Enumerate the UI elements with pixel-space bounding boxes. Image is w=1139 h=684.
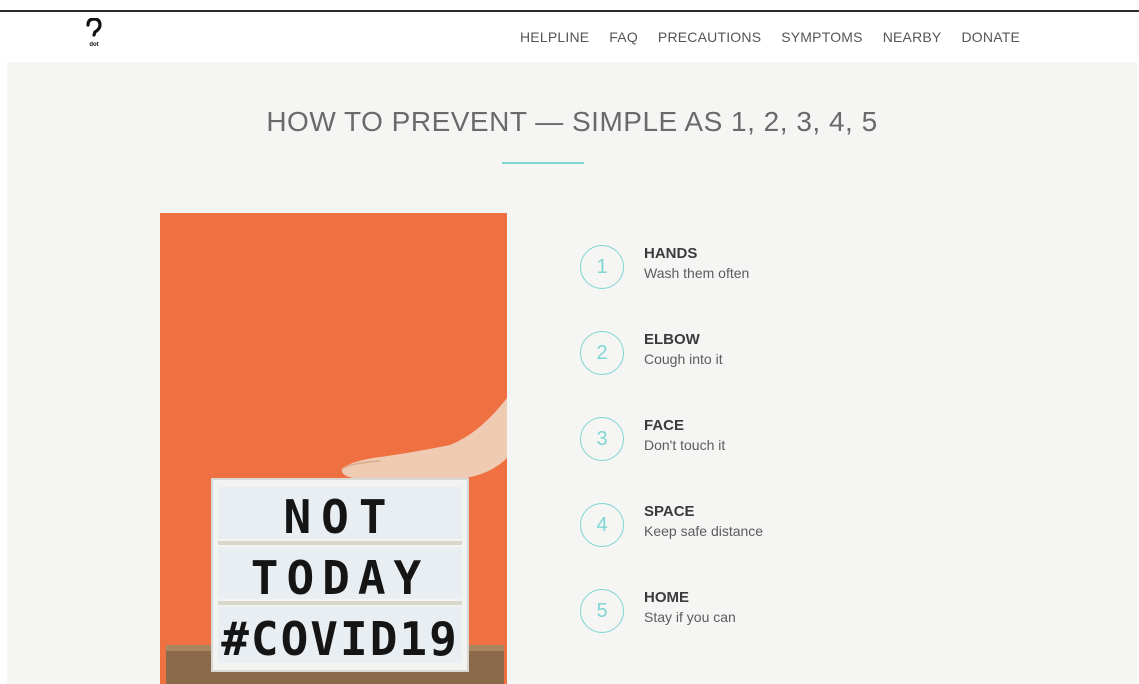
- step-number-circle: 2: [580, 331, 624, 375]
- step-title: FACE: [644, 417, 685, 434]
- main-nav: HELPLINE FAQ PRECAUTIONS SYMPTOMS NEARBY…: [520, 29, 1040, 45]
- not-today-covid19-photo: NOT TODAY #COVID19: [160, 213, 507, 684]
- step-elbow: 2 ELBOW Cough into it: [580, 331, 860, 391]
- step-face: 3 FACE Don't touch it: [580, 417, 860, 477]
- step-description: Stay if you can: [644, 609, 736, 625]
- step-hands: 1 HANDS Wash them often: [580, 245, 860, 305]
- step-description: Keep safe distance: [644, 523, 764, 539]
- step-number-circle: 4: [580, 503, 624, 547]
- logo-caption: dot: [89, 42, 98, 48]
- step-title: ELBOW: [644, 331, 700, 348]
- step-title: HANDS: [644, 245, 698, 262]
- nav-link-symptoms[interactable]: SYMPTOMS: [781, 29, 862, 45]
- step-title: SPACE: [644, 503, 695, 520]
- step-home: 5 HOME Stay if you can: [580, 589, 860, 649]
- navbar: dot HELPLINE FAQ PRECAUTIONS SYMPTOMS NE…: [0, 12, 1139, 62]
- step-description: Cough into it: [644, 351, 723, 367]
- step-description: Wash them often: [644, 265, 750, 281]
- lightbox-illustration: NOT TODAY #COVID19: [160, 213, 507, 684]
- nav-link-faq[interactable]: FAQ: [609, 29, 638, 45]
- title-divider: [502, 162, 584, 164]
- sign-line-1: NOT: [283, 490, 396, 544]
- sign-line-2: TODAY: [251, 551, 429, 605]
- step-description: Don't touch it: [644, 437, 726, 453]
- step-space: 4 SPACE Keep safe distance: [580, 503, 860, 563]
- nav-link-nearby[interactable]: NEARBY: [883, 29, 942, 45]
- sign-line-3: #COVID19: [221, 612, 459, 666]
- nav-link-precautions[interactable]: PRECAUTIONS: [658, 29, 761, 45]
- site-logo[interactable]: dot: [84, 17, 104, 48]
- step-title: HOME: [644, 589, 689, 606]
- nav-link-helpline[interactable]: HELPLINE: [520, 29, 589, 45]
- nav-link-donate[interactable]: DONATE: [961, 29, 1020, 45]
- question-mark-logo-icon: dot: [86, 17, 102, 48]
- step-number-circle: 1: [580, 245, 624, 289]
- step-number-circle: 3: [580, 417, 624, 461]
- step-number-circle: 5: [580, 589, 624, 633]
- section-title: HOW TO PREVENT — SIMPLE AS 1, 2, 3, 4, 5: [266, 106, 878, 137]
- prevention-section: HOW TO PREVENT — SIMPLE AS 1, 2, 3, 4, 5…: [7, 62, 1137, 684]
